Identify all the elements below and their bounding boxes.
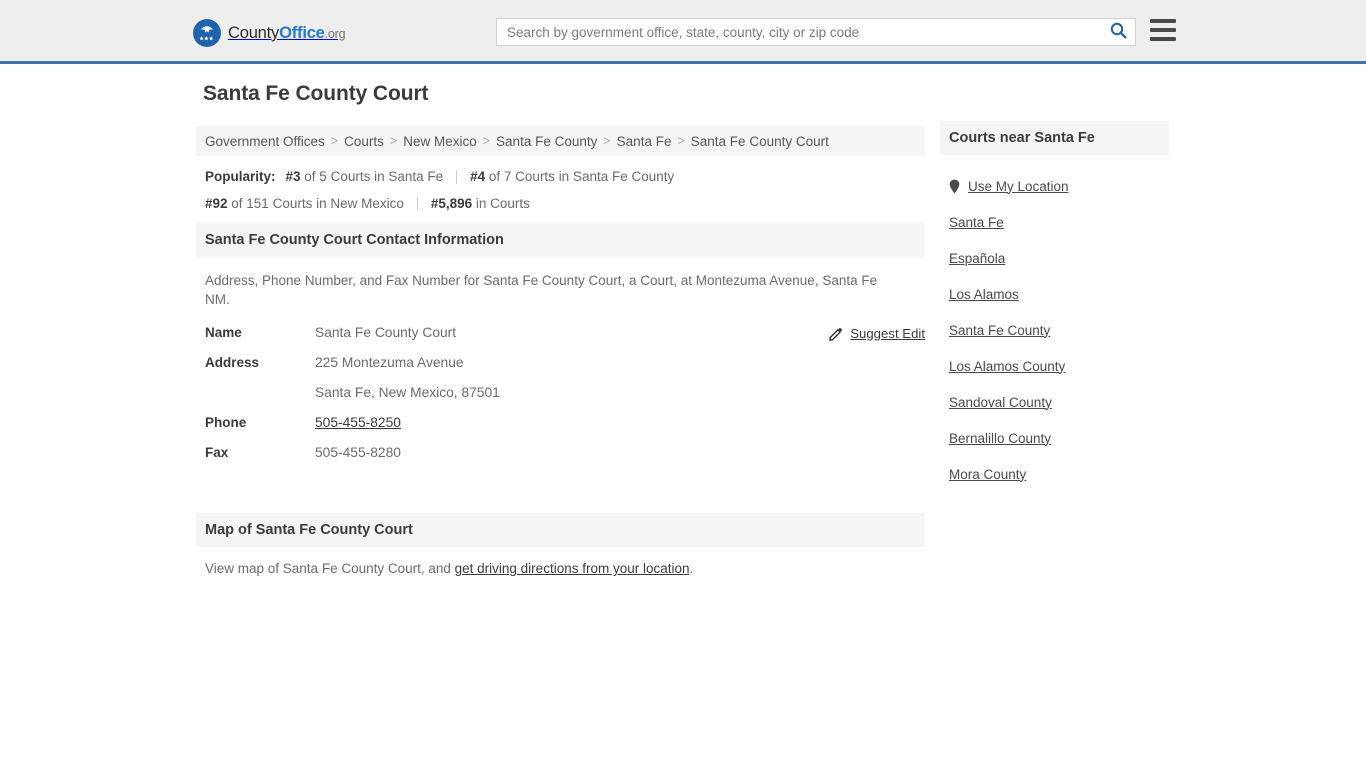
- sidebar-item[interactable]: Los Alamos: [949, 276, 1160, 312]
- breadcrumb-item[interactable]: New Mexico: [403, 134, 477, 149]
- popularity-label: Popularity:: [205, 169, 276, 184]
- sidebar-heading: Courts near Santa Fe: [940, 121, 1169, 155]
- sidebar: Courts near Santa Fe Use My Location San…: [940, 121, 1169, 492]
- contact-description: Address, Phone Number, and Fax Number fo…: [205, 273, 878, 307]
- contact-detail-row: Phone 505-455-8250: [205, 415, 916, 445]
- search-bar[interactable]: [496, 18, 1136, 46]
- contact-detail-label: Fax: [205, 445, 229, 460]
- map-desc-prefix: View map of Santa Fe County Court, and: [205, 561, 455, 576]
- breadcrumb-item[interactable]: Santa Fe: [617, 134, 672, 149]
- sidebar-item-link[interactable]: Santa Fe County: [949, 323, 1050, 338]
- popularity-stat: #4 of 7 Courts in Santa Fe County: [470, 169, 675, 184]
- breadcrumb-item[interactable]: Courts: [344, 134, 384, 149]
- contact-detail-row: Santa Fe, New Mexico, 87501: [205, 385, 916, 415]
- edit-pencil-icon: [829, 327, 843, 341]
- sidebar-item-link[interactable]: Española: [949, 251, 1005, 266]
- contact-detail-value: Santa Fe County Court: [315, 325, 457, 340]
- main-content: Santa Fe County Court Government Offices…: [196, 82, 925, 576]
- driving-directions-link[interactable]: get driving directions from your locatio…: [455, 561, 690, 576]
- breadcrumb-separator: >: [677, 134, 685, 148]
- phone-link[interactable]: 505-455-8250: [315, 415, 401, 430]
- hamburger-bar: [1150, 28, 1176, 32]
- sidebar-item-link[interactable]: Los Alamos County: [949, 359, 1065, 374]
- sidebar-item[interactable]: Bernalillo County: [949, 420, 1160, 456]
- popularity-stat: #5,896 in Courts: [430, 195, 530, 211]
- site-header: CountyOffice.org: [0, 0, 1366, 64]
- map-description: View map of Santa Fe County Court, and g…: [196, 547, 925, 576]
- sidebar-item-link[interactable]: Santa Fe: [949, 215, 1004, 230]
- contact-detail-label: Address: [205, 355, 260, 370]
- map-section-heading: Map of Santa Fe County Court: [196, 513, 925, 547]
- sidebar-item-link[interactable]: Sandoval County: [949, 395, 1052, 410]
- breadcrumb-separator: >: [330, 134, 339, 148]
- map-desc-suffix: .: [689, 561, 694, 576]
- popularity-rank: #5,896: [430, 195, 473, 211]
- map-pin-icon: [949, 179, 960, 194]
- logo-wordmark: CountyOffice.org: [228, 23, 346, 42]
- contact-detail-value: 505-455-8280: [315, 445, 401, 460]
- sidebar-item[interactable]: Sandoval County: [949, 384, 1160, 420]
- contact-detail-label: Name: [205, 325, 242, 340]
- breadcrumb: Government Offices > Courts > New Mexico > San…: [196, 126, 925, 156]
- logo-text-org: .org: [324, 26, 346, 41]
- popularity-rank: #92: [205, 195, 228, 211]
- breadcrumb-separator: >: [482, 134, 491, 148]
- map-section: Map of Santa Fe County Court View map of…: [196, 513, 925, 576]
- contact-detail-row: Fax 505-455-8280: [205, 445, 916, 475]
- logo-text-county: County: [228, 23, 280, 42]
- sidebar-item-use-my-location[interactable]: Use My Location: [949, 168, 1160, 204]
- popularity-rank: #4: [470, 169, 486, 184]
- popularity-stat: #3 of 5 Courts in Santa Fe: [286, 170, 458, 184]
- sidebar-item-link[interactable]: Bernalillo County: [949, 431, 1051, 446]
- breadcrumb-item[interactable]: Santa Fe County: [496, 134, 597, 149]
- contact-detail-row: Name Santa Fe County Court: [205, 325, 916, 355]
- search-icon: [1110, 22, 1127, 42]
- suggest-edit-link[interactable]: Suggest Edit: [850, 326, 925, 341]
- breadcrumb-separator: >: [603, 134, 611, 148]
- breadcrumb-item: Santa Fe County Court: [690, 133, 829, 149]
- contact-section-heading: Santa Fe County Court Contact Informatio…: [196, 223, 925, 257]
- breadcrumb-item[interactable]: Government Offices: [205, 134, 325, 149]
- sidebar-item[interactable]: Española: [949, 240, 1160, 276]
- contact-detail-label: Phone: [205, 415, 247, 430]
- contact-details-table: Suggest Edit Name Santa Fe County Court Ad…: [196, 325, 925, 475]
- logo-text-office: Office: [279, 23, 325, 42]
- popularity-row: Popularity: #3 of 5 Courts in Santa Fe #4 …: [205, 170, 916, 184]
- site-logo[interactable]: CountyOffice.org: [193, 19, 346, 47]
- search-button[interactable]: [1101, 19, 1135, 45]
- breadcrumb-separator: >: [389, 134, 398, 148]
- search-input[interactable]: [497, 19, 1101, 45]
- county-office-eagle-logo-icon: [193, 19, 221, 47]
- sidebar-item[interactable]: Los Alamos County: [949, 348, 1160, 384]
- contact-detail-row: Address 225 Montezuma Avenue: [205, 355, 916, 385]
- contact-detail-value: Santa Fe, New Mexico, 87501: [315, 385, 500, 400]
- page-title: Santa Fe County Court: [203, 82, 429, 105]
- sidebar-item-link[interactable]: Mora County: [949, 467, 1026, 482]
- suggest-edit[interactable]: Suggest Edit: [829, 326, 925, 341]
- sidebar-item-link[interactable]: Los Alamos: [949, 287, 1019, 302]
- popularity-stat: #92 of 151 Courts in New Mexico: [205, 195, 418, 211]
- contact-detail-value: 225 Montezuma Avenue: [315, 355, 464, 370]
- sidebar-item[interactable]: Santa Fe County: [949, 312, 1160, 348]
- sidebar-item[interactable]: Santa Fe: [949, 204, 1160, 240]
- sidebar-links: Use My Location Santa Fe Española Los Alam…: [940, 155, 1169, 492]
- sidebar-item[interactable]: Mora County: [949, 456, 1160, 492]
- use-my-location-link[interactable]: Use My Location: [968, 179, 1069, 194]
- popularity-stats: Popularity: #3 of 5 Courts in Santa Fe #4 …: [196, 156, 925, 210]
- popularity-rank: #3: [285, 169, 301, 184]
- popularity-row: #92 of 151 Courts in New Mexico #5,896 in…: [205, 195, 916, 211]
- hamburger-menu-icon[interactable]: [1150, 19, 1176, 41]
- contact-detail-value[interactable]: 505-455-8250: [315, 415, 401, 430]
- hamburger-bar: [1150, 37, 1176, 41]
- hamburger-bar: [1150, 19, 1176, 23]
